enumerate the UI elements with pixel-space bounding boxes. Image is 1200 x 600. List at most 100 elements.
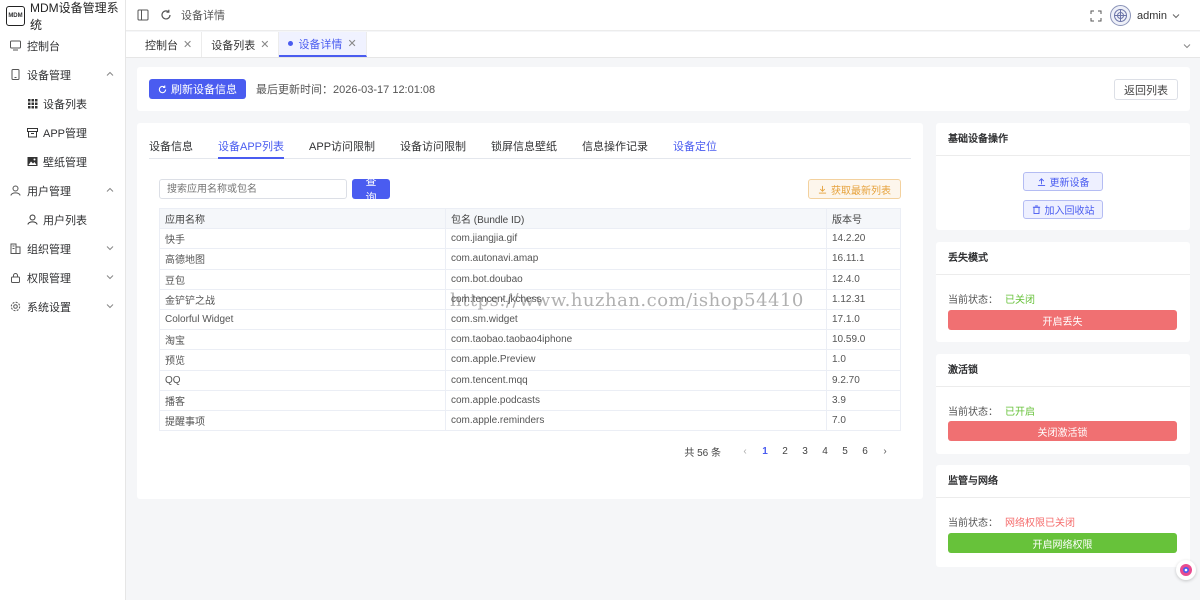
page-5[interactable]: 5 <box>835 446 855 457</box>
tab-dashboard[interactable]: 控制台 ✕ <box>136 32 203 57</box>
tab-device-app-list[interactable]: 设备APP列表 <box>218 137 285 159</box>
refresh-device-button[interactable]: 刷新设备信息 <box>149 79 246 99</box>
sidebar-item-dashboard[interactable]: 控制台 <box>0 31 125 60</box>
enable-network-permission-button[interactable]: 开启网络权限 <box>948 533 1177 553</box>
app-name-cell: Colorful Widget <box>159 308 446 331</box>
status-label: 当前状态： <box>948 407 998 418</box>
column-header: 应用名称 <box>159 207 446 230</box>
app-search-input[interactable] <box>159 179 347 199</box>
sidebar-toggle-icon[interactable] <box>137 9 149 21</box>
pagination-total: 共 56 条 <box>684 448 721 459</box>
close-icon[interactable]: ✕ <box>183 38 192 51</box>
table-row: 淘宝 com.taobao.taobao4iphone 10.59.0 <box>159 329 901 351</box>
sidebar-item-app-management[interactable]: APP管理 <box>0 118 125 147</box>
supervision-network-panel: 监管与网络 当前状态： 网络权限已关闭 开启网络权限 <box>936 465 1190 567</box>
chevron-right-icon[interactable]: › <box>875 446 895 457</box>
page-6[interactable]: 6 <box>855 446 875 457</box>
version-cell: 17.1.0 <box>826 308 901 331</box>
table-row: QQ com.tencent.mqq 9.2.70 <box>159 369 901 391</box>
page-1[interactable]: 1 <box>755 446 775 457</box>
chevron-up-icon <box>105 185 115 195</box>
version-cell: 14.2.20 <box>826 228 901 250</box>
fetch-latest-label: 获取最新列表 <box>831 185 891 197</box>
user-menu[interactable]: admin <box>1137 10 1167 22</box>
panel-title: 激活锁 <box>936 354 1190 387</box>
table-row: 提醒事项 com.apple.reminders 7.0 <box>159 409 901 432</box>
add-to-recycle-bin-label: 加入回收站 <box>1044 206 1095 217</box>
bundle-id-cell: com.apple.Preview <box>445 349 827 371</box>
chevron-down-icon <box>105 301 115 311</box>
tab-device-access-restriction[interactable]: 设备访问限制 <box>400 137 466 159</box>
sidebar-item-wallpaper-management[interactable]: 壁纸管理 <box>0 147 125 176</box>
image-icon <box>27 156 38 167</box>
tab-operation-log[interactable]: 信息操作记录 <box>582 137 648 159</box>
chevron-up-icon <box>105 69 115 79</box>
avatar[interactable] <box>1110 5 1132 26</box>
page-3[interactable]: 3 <box>795 446 815 457</box>
header-actions: admin <box>1090 0 1200 31</box>
fullscreen-icon[interactable] <box>1090 10 1102 22</box>
box-icon <box>27 127 38 138</box>
assistant-icon[interactable] <box>1176 560 1196 580</box>
add-to-recycle-bin-button[interactable]: 加入回收站 <box>1023 200 1103 219</box>
sidebar-item-label: 系统设置 <box>27 301 71 314</box>
status-label: 当前状态： <box>948 518 998 529</box>
tab-label: 控制台 <box>145 39 178 52</box>
tab-device-detail[interactable]: 设备详情 ✕ <box>279 32 367 57</box>
bundle-id-cell: com.sm.widget <box>445 308 827 331</box>
chevron-down-icon[interactable] <box>1182 40 1192 50</box>
disable-activation-lock-button[interactable]: 关闭激活锁 <box>948 421 1177 441</box>
tab-lockscreen-wallpaper[interactable]: 锁屏信息壁纸 <box>491 137 557 159</box>
panel-title: 丢失模式 <box>936 242 1190 275</box>
status-badge: 已关闭 <box>1005 295 1035 306</box>
active-dot-icon <box>288 41 294 46</box>
chevron-down-icon <box>105 243 115 253</box>
tab-device-list[interactable]: 设备列表 ✕ <box>202 32 280 57</box>
app-name-cell: 提醒事项 <box>159 409 446 432</box>
tab-device-info[interactable]: 设备信息 <box>149 137 193 159</box>
page-tabs: 控制台 ✕ 设备列表 ✕ 设备详情 ✕ <box>126 32 1200 58</box>
page-4[interactable]: 4 <box>815 446 835 457</box>
tab-app-access-restriction[interactable]: APP访问限制 <box>309 137 375 159</box>
phone-icon <box>10 69 21 80</box>
column-header: 包名 (Bundle ID) <box>445 207 827 230</box>
sidebar-item-user-management[interactable]: 用户管理 <box>0 176 125 205</box>
search-button[interactable]: 查询 <box>352 176 390 204</box>
sidebar-menu: 控制台 设备管理 设备列表 APP管理 壁纸管理 用户管理 用户列表 组织管理 … <box>0 31 125 321</box>
chevron-down-icon[interactable] <box>1171 11 1181 21</box>
enable-lost-mode-button[interactable]: 开启丢失 <box>948 310 1177 330</box>
sidebar-item-permission-management[interactable]: 权限管理 <box>0 263 125 292</box>
brand[interactable]: MDM MDM设备管理系统 <box>0 0 125 32</box>
sidebar-item-device-management[interactable]: 设备管理 <box>0 60 125 89</box>
back-to-list-button[interactable]: 返回列表 <box>1114 79 1178 100</box>
watermark: https://www.huzhan.com/ishop54410 <box>450 290 804 311</box>
sidebar-item-organization-management[interactable]: 组织管理 <box>0 234 125 263</box>
chevron-left-icon[interactable]: ‹ <box>735 446 755 457</box>
bundle-id-cell: com.taobao.taobao4iphone <box>445 329 827 351</box>
close-icon[interactable]: ✕ <box>347 37 356 50</box>
app-name-cell: 高德地图 <box>159 248 446 270</box>
tab-device-location[interactable]: 设备定位 <box>673 137 717 159</box>
sidebar-item-device-list[interactable]: 设备列表 <box>0 89 125 118</box>
tab-label: 设备详情 <box>298 38 343 51</box>
refresh-icon[interactable] <box>160 9 172 21</box>
table-row: 高德地图 com.autonavi.amap 16.11.1 <box>159 248 901 270</box>
sidebar-item-user-list[interactable]: 用户列表 <box>0 205 125 234</box>
sidebar-item-label: 设备列表 <box>43 98 87 111</box>
close-icon[interactable]: ✕ <box>260 38 269 51</box>
top-header: 设备详情 admin <box>126 0 1200 31</box>
bundle-id-cell: com.jiangjia.gif <box>445 228 827 250</box>
fetch-latest-list-button[interactable]: 获取最新列表 <box>808 179 901 199</box>
breadcrumb: 设备详情 <box>181 10 225 22</box>
bundle-id-cell: com.autonavi.amap <box>445 248 827 270</box>
app-name-cell: 预览 <box>159 349 446 371</box>
app-title: MDM设备管理系统 <box>29 0 119 32</box>
update-device-button[interactable]: 更新设备 <box>1023 172 1103 191</box>
column-header: 版本号 <box>826 207 901 230</box>
table-row: Colorful Widget com.sm.widget 17.1.0 <box>159 308 901 331</box>
version-cell: 3.9 <box>826 389 901 411</box>
page-2[interactable]: 2 <box>775 446 795 457</box>
logo: MDM <box>6 5 25 26</box>
app-name-cell: 快手 <box>159 228 446 250</box>
sidebar-item-system-settings[interactable]: 系统设置 <box>0 292 125 321</box>
